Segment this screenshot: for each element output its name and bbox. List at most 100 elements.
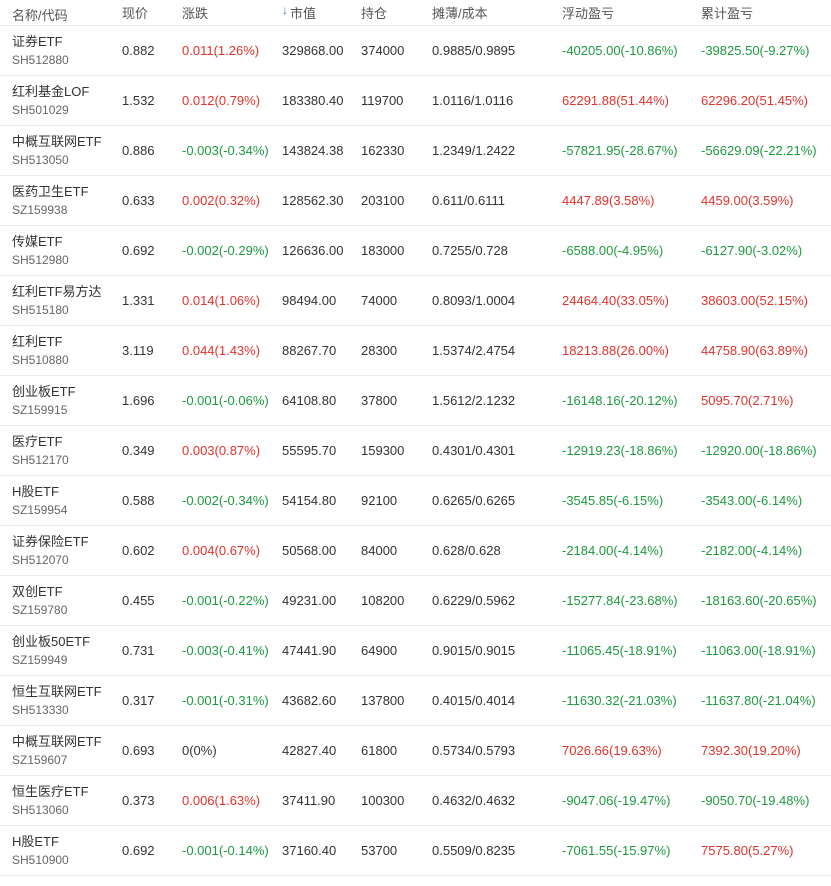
price-value: 0.455 <box>122 593 155 608</box>
arrow-down-icon: ↓ <box>282 3 288 17</box>
header-position[interactable]: 持仓 <box>361 0 427 25</box>
fund-code: SZ159938 <box>12 202 68 217</box>
cost-value: 0.5734/0.5793 <box>432 743 516 758</box>
table-row[interactable]: 红利基金LOF SH501029 1.532 0.012(0.79%) 183380.4… <box>0 76 831 126</box>
table-row[interactable]: 创业板50ETF SZ159949 0.731 -0.003(-0.41%) 47441… <box>0 626 831 676</box>
fund-name[interactable]: 恒生互联网ETF <box>12 683 102 700</box>
fund-code: SH512070 <box>12 552 69 567</box>
header-name-code[interactable]: 名称/代码 <box>12 0 117 25</box>
table-row[interactable]: 红利ETF易方达 SH515180 1.331 0.014(1.06%) 98494.0… <box>0 276 831 326</box>
cost-value: 0.611/0.6111 <box>432 193 506 208</box>
header-price[interactable]: 现价 <box>122 0 177 25</box>
change-value: -0.001(-0.22%) <box>182 593 269 608</box>
fund-name[interactable]: 传媒ETF <box>12 233 63 250</box>
floating-pl-cell: 18213.88(26.00%) <box>562 326 698 375</box>
fund-name[interactable]: 医疗ETF <box>12 433 63 450</box>
change-cell: -0.001(-0.06%) <box>182 376 280 425</box>
change-value: 0.004(0.67%) <box>182 543 261 558</box>
cost-value: 0.9015/0.9015 <box>432 643 516 658</box>
fund-name[interactable]: 创业板50ETF <box>12 633 90 650</box>
change-cell: -0.003(-0.34%) <box>182 126 280 175</box>
table-row[interactable]: 创业板ETF SZ159915 1.696 -0.001(-0.06%) 64108.8… <box>0 376 831 426</box>
position-cell: 183000 <box>361 226 427 275</box>
price-value: 1.331 <box>122 293 155 308</box>
price-cell: 1.532 <box>122 76 177 125</box>
market-value: 126636.00 <box>282 243 344 258</box>
fund-code: SH512980 <box>12 252 69 267</box>
cumulative-pl-cell: -11063.00(-18.91%) <box>701 626 829 675</box>
table-row[interactable]: 医疗ETF SH512170 0.349 0.003(0.87%) 55595.70 15… <box>0 426 831 476</box>
header-market-value[interactable]: ↓ 市值 <box>282 0 357 25</box>
market-value-cell: 126636.00 <box>282 226 357 275</box>
price-cell: 0.633 <box>122 176 177 225</box>
fund-code: SH512880 <box>12 52 69 67</box>
price-value: 0.692 <box>122 243 155 258</box>
fund-name[interactable]: 证券保险ETF <box>12 533 89 550</box>
table-row[interactable]: 双创ETF SZ159780 0.455 -0.001(-0.22%) 49231.00… <box>0 576 831 626</box>
cumulative-pl-cell: -12920.00(-18.86%) <box>701 426 829 475</box>
fund-name[interactable]: 红利ETF易方达 <box>12 283 102 300</box>
table-row[interactable]: 医药卫生ETF SZ159938 0.633 0.002(0.32%) 128562.3… <box>0 176 831 226</box>
table-row[interactable]: 证券ETF SH512880 0.882 0.011(1.26%) 329868.00 3… <box>0 26 831 76</box>
fund-name[interactable]: 红利ETF <box>12 333 63 350</box>
header-position-label: 持仓 <box>361 6 388 21</box>
table-row[interactable]: 恒生互联网ETF SH513330 0.317 -0.001(-0.31%) 43682… <box>0 676 831 726</box>
table-row[interactable]: 证券保险ETF SH512070 0.602 0.004(0.67%) 50568.00… <box>0 526 831 576</box>
name-code-cell: 恒生互联网ETF SH513330 <box>12 676 117 725</box>
cumulative-pl-cell: -18163.60(-20.65%) <box>701 576 829 625</box>
fund-name[interactable]: 中概互联网ETF <box>12 733 102 750</box>
fund-name[interactable]: 创业板ETF <box>12 383 76 400</box>
fund-name[interactable]: H股ETF <box>12 483 59 500</box>
fund-name[interactable]: 双创ETF <box>12 583 63 600</box>
fund-name[interactable]: 中概互联网ETF <box>12 133 102 150</box>
floating-pl-cell: -6588.00(-4.95%) <box>562 226 698 275</box>
fund-code: SZ159915 <box>12 402 68 417</box>
table-row[interactable]: 传媒ETF SH512980 0.692 -0.002(-0.29%) 126636.0… <box>0 226 831 276</box>
price-cell: 0.588 <box>122 476 177 525</box>
price-value: 0.602 <box>122 543 155 558</box>
table-row[interactable]: 恒生医疗ETF SH513060 0.373 0.006(1.63%) 37411.90… <box>0 776 831 826</box>
header-cumulative-pl-label: 累计盈亏 <box>701 6 754 21</box>
price-cell: 0.882 <box>122 26 177 75</box>
fund-name[interactable]: 医药卫生ETF <box>12 183 89 200</box>
table-row[interactable]: 中概互联网ETF SH513050 0.886 -0.003(-0.34%) 14382… <box>0 126 831 176</box>
floating-pl-cell: -11630.32(-21.03%) <box>562 676 698 725</box>
fund-code: SZ159607 <box>12 752 68 767</box>
cost-value: 0.4632/0.4632 <box>432 793 516 808</box>
header-floating-pl[interactable]: 浮动盈亏 <box>562 0 698 25</box>
change-value: 0.003(0.87%) <box>182 443 261 458</box>
table-row[interactable]: H股ETF SH510900 0.692 -0.001(-0.14%) 37160.40… <box>0 826 831 876</box>
fund-code: SZ159780 <box>12 602 68 617</box>
header-cost[interactable]: 摊薄/成本 <box>432 0 558 25</box>
name-code-cell: H股ETF SZ159954 <box>12 476 117 525</box>
change-value: 0(0%) <box>182 743 217 758</box>
market-value-cell: 143824.38 <box>282 126 357 175</box>
fund-name[interactable]: 恒生医疗ETF <box>12 783 89 800</box>
header-cost-label: 摊薄/成本 <box>432 6 488 21</box>
table-row[interactable]: 红利ETF SH510880 3.119 0.044(1.43%) 88267.70 28… <box>0 326 831 376</box>
name-code-cell: 传媒ETF SH512980 <box>12 226 117 275</box>
header-cumulative-pl[interactable]: 累计盈亏 <box>701 0 829 25</box>
header-name-code-label: 名称/代码 <box>12 7 68 23</box>
price-cell: 0.373 <box>122 776 177 825</box>
cumulative-pl-value: -3543.00(-6.14%) <box>701 493 803 508</box>
position-value: 61800 <box>361 743 398 758</box>
position-value: 183000 <box>361 243 405 258</box>
cost-cell: 0.7255/0.728 <box>432 226 558 275</box>
cumulative-pl-cell: 38603.00(52.15%) <box>701 276 829 325</box>
cumulative-pl-cell: 5095.70(2.71%) <box>701 376 829 425</box>
table-row[interactable]: H股ETF SZ159954 0.588 -0.002(-0.34%) 54154.80… <box>0 476 831 526</box>
position-value: 64900 <box>361 643 398 658</box>
fund-name[interactable]: H股ETF <box>12 833 59 850</box>
cost-cell: 0.5509/0.8235 <box>432 826 558 875</box>
table-row[interactable]: 中概互联网ETF SZ159607 0.693 0(0%) 42827.40 61800 0… <box>0 726 831 776</box>
fund-code: SH510900 <box>12 852 69 867</box>
fund-code: SH510880 <box>12 352 69 367</box>
fund-name[interactable]: 证券ETF <box>12 33 63 50</box>
name-code-cell: 红利ETF易方达 SH515180 <box>12 276 117 325</box>
change-cell: -0.001(-0.22%) <box>182 576 280 625</box>
header-change[interactable]: 涨跌 <box>182 0 280 25</box>
market-value: 37411.90 <box>282 793 336 808</box>
fund-name[interactable]: 红利基金LOF <box>12 83 89 100</box>
cost-cell: 0.6229/0.5962 <box>432 576 558 625</box>
